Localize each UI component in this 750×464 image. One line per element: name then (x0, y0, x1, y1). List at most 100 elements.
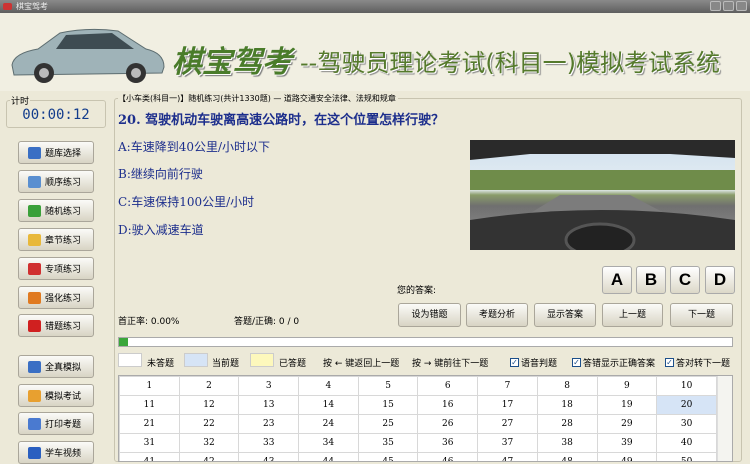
app-logo: 棋宝驾考 (172, 45, 292, 80)
full-simulation-icon (28, 360, 41, 373)
question-cell[interactable]: 44 (298, 452, 359, 461)
option-d[interactable]: D:驶入减速车道 (118, 221, 204, 238)
question-cell[interactable]: 47 (477, 452, 538, 461)
app-icon (3, 3, 12, 10)
sidebar-item-label: 错题练习 (45, 322, 82, 332)
question-cell[interactable]: 28 (536, 414, 598, 434)
question-cell[interactable]: 16 (417, 395, 479, 415)
question-cell[interactable]: 50 (656, 452, 717, 461)
answer-d-button[interactable]: D (705, 266, 735, 294)
header-banner: 棋宝驾考 --驾驶员理论考试(科目一)模拟考试系统 (0, 13, 750, 91)
question-cell[interactable]: 9 (596, 376, 658, 396)
question-cell[interactable]: 15 (357, 395, 419, 415)
answer-a-button[interactable]: A (602, 266, 632, 294)
question-cell[interactable]: 42 (178, 452, 240, 461)
question-cell[interactable]: 41 (119, 452, 180, 461)
question-cell[interactable]: 30 (656, 414, 717, 434)
sidebar-wrong-practice-button[interactable]: 错题练习 (18, 314, 94, 337)
next-question-button[interactable]: 下一题 (670, 303, 733, 327)
question-cell[interactable]: 18 (536, 395, 598, 415)
answer-c-button[interactable]: C (670, 266, 700, 294)
sidebar-random-practice-button[interactable]: 随机练习 (18, 199, 94, 222)
sidebar-driving-video-button[interactable]: 学车视频 (18, 441, 94, 464)
question-cell[interactable]: 6 (417, 376, 479, 396)
sidebar-mock-exam-button[interactable]: 模拟考试 (18, 384, 94, 407)
show-correct-checkbox[interactable]: ✓ 答错显示正确答案 (572, 356, 655, 369)
close-button[interactable] (736, 1, 747, 11)
maximize-button[interactable] (723, 1, 734, 11)
question-cell[interactable]: 11 (119, 395, 180, 415)
sidebar-topic-practice-button[interactable]: 专项练习 (18, 257, 94, 280)
question-cell[interactable]: 33 (238, 433, 300, 453)
question-cell[interactable]: 39 (596, 433, 658, 453)
sidebar-chapter-practice-button[interactable]: 章节练习 (18, 228, 94, 251)
sidebar-item-label: 专项练习 (45, 265, 82, 275)
question-cell[interactable]: 13 (238, 395, 300, 415)
answer-b-button[interactable]: B (636, 266, 666, 294)
question-cell[interactable]: 5 (357, 376, 419, 396)
sidebar-print-questions-button[interactable]: 打印考题 (18, 412, 94, 435)
question-cell[interactable]: 26 (417, 414, 479, 434)
question-cell[interactable]: 23 (238, 414, 300, 434)
sidebar-item-label: 学车视频 (45, 449, 82, 459)
question-cell[interactable]: 21 (119, 414, 180, 434)
question-cell[interactable]: 7 (477, 376, 538, 396)
sidebar-full-simulation-button[interactable]: 全真模拟 (18, 355, 94, 378)
question-cell[interactable]: 29 (596, 414, 658, 434)
question-cell[interactable]: 36 (417, 433, 479, 453)
question-cell[interactable]: 20 (656, 395, 717, 415)
question-cell[interactable]: 14 (298, 395, 359, 415)
chapter-practice-icon (28, 233, 41, 246)
question-cell[interactable]: 32 (178, 433, 240, 453)
accuracy-stat: 首正率: 0.00% (118, 317, 180, 327)
question-cell[interactable]: 19 (596, 395, 658, 415)
question-cell[interactable]: 45 (357, 452, 419, 461)
question-cell[interactable]: 46 (417, 452, 479, 461)
question-cell[interactable]: 37 (477, 433, 538, 453)
hint-prev: 按 ← 键返回上一题 (323, 359, 400, 369)
analysis-button[interactable]: 考题分析 (466, 303, 528, 327)
sidebar-sequential-practice-button[interactable]: 顺序练习 (18, 170, 94, 193)
question-cell[interactable]: 34 (298, 433, 359, 453)
voice-check-checkbox[interactable]: ✓ 语音判题 (510, 356, 557, 369)
question-cell[interactable]: 3 (238, 376, 300, 396)
legend-current: 当前题 (212, 359, 240, 369)
question-cell[interactable]: 22 (178, 414, 240, 434)
car-image (11, 28, 165, 83)
question-cell[interactable]: 38 (536, 433, 598, 453)
question-cell[interactable]: 27 (477, 414, 538, 434)
sidebar-item-label: 随机练习 (45, 207, 82, 217)
question-cell[interactable]: 17 (477, 395, 538, 415)
question-cell[interactable]: 8 (536, 376, 598, 396)
question-cell[interactable]: 49 (596, 452, 658, 461)
window-title: 棋宝驾考 (16, 2, 48, 11)
question-cell[interactable]: 43 (238, 452, 300, 461)
question-cell[interactable]: 31 (119, 433, 180, 453)
sidebar-bank-select-button[interactable]: 题库选择 (18, 141, 94, 164)
auto-next-checkbox[interactable]: ✓ 答对转下一题 (665, 356, 730, 369)
question-cell[interactable]: 12 (178, 395, 240, 415)
question-cell[interactable]: 1 (119, 376, 180, 396)
show-answer-button[interactable]: 显示答案 (534, 303, 596, 327)
grid-scrollbar[interactable] (717, 376, 732, 461)
grid-row: 31 32 33 34 35 36 37 38 39 40 (119, 433, 717, 453)
question-cell[interactable]: 10 (656, 376, 717, 396)
question-cell[interactable]: 35 (357, 433, 419, 453)
question-cell[interactable]: 25 (357, 414, 419, 434)
question-cell[interactable]: 2 (178, 376, 240, 396)
question-cell[interactable]: 24 (298, 414, 359, 434)
checkbox-label: 答错显示正确答案 (583, 359, 656, 369)
option-c[interactable]: C:车速保持100公里/小时 (118, 193, 254, 210)
mark-wrong-button[interactable]: 设为错题 (398, 303, 461, 327)
sidebar-intensive-practice-button[interactable]: 强化练习 (18, 286, 94, 309)
sidebar-item-label: 顺序练习 (45, 178, 82, 188)
question-cell[interactable]: 48 (536, 452, 598, 461)
hint-next: 按 → 键前往下一题 (412, 359, 489, 369)
option-b[interactable]: B:继续向前行驶 (118, 165, 203, 182)
question-cell[interactable]: 4 (298, 376, 359, 396)
prev-question-button[interactable]: 上一题 (602, 303, 663, 327)
topic-practice-icon (28, 262, 41, 275)
option-a[interactable]: A:车速降到40公里/小时以下 (118, 138, 270, 155)
minimize-button[interactable] (710, 1, 721, 11)
question-cell[interactable]: 40 (656, 433, 717, 453)
